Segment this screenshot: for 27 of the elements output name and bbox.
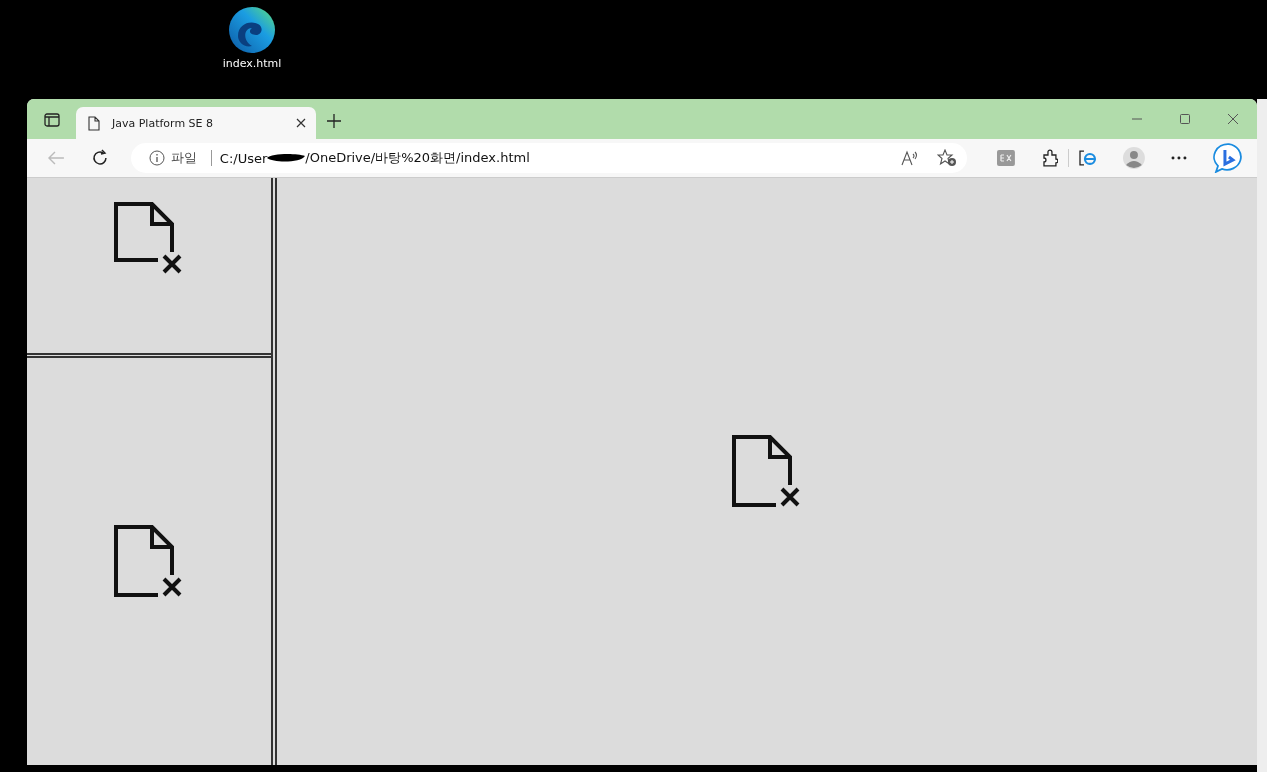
url-text: C:/User — [219, 150, 268, 166]
maximize-icon[interactable] — [1180, 114, 1190, 124]
file-name[interactable]: index.html — [222, 57, 282, 70]
new-tab-icon[interactable] — [326, 113, 342, 129]
browser-tab[interactable]: Java Platform SE 8 — [76, 107, 316, 139]
broken-document-icon — [732, 434, 802, 509]
info-icon — [148, 150, 165, 166]
profile-icon[interactable] — [1123, 147, 1146, 169]
broken-document-icon — [114, 202, 184, 276]
browser-logo-icon[interactable] — [228, 6, 276, 54]
url-text: /OneDrive/바탕%20화면/index.html — [305, 149, 530, 167]
extensions-icon[interactable] — [1040, 149, 1059, 167]
scheme-label: 파일 — [170, 149, 197, 167]
more-icon[interactable] — [1171, 156, 1188, 160]
extension-icon[interactable] — [996, 150, 1015, 166]
chat-bubble-icon[interactable] — [1213, 143, 1245, 173]
address-bar[interactable]: 파일 C:/User /OneDrive/바탕%20화면/index.html — [130, 143, 967, 173]
close-icon[interactable] — [296, 118, 306, 128]
redaction-mark — [267, 153, 306, 163]
refresh-icon[interactable] — [90, 149, 109, 167]
add-favorite-icon[interactable] — [936, 149, 957, 167]
tab-title: Java Platform SE 8 — [112, 116, 215, 130]
read-aloud-icon[interactable] — [900, 150, 919, 166]
tab-actions-icon[interactable] — [44, 113, 60, 127]
ie-mode-icon[interactable] — [1079, 150, 1098, 166]
document-icon — [88, 115, 100, 131]
broken-document-icon — [114, 524, 184, 599]
